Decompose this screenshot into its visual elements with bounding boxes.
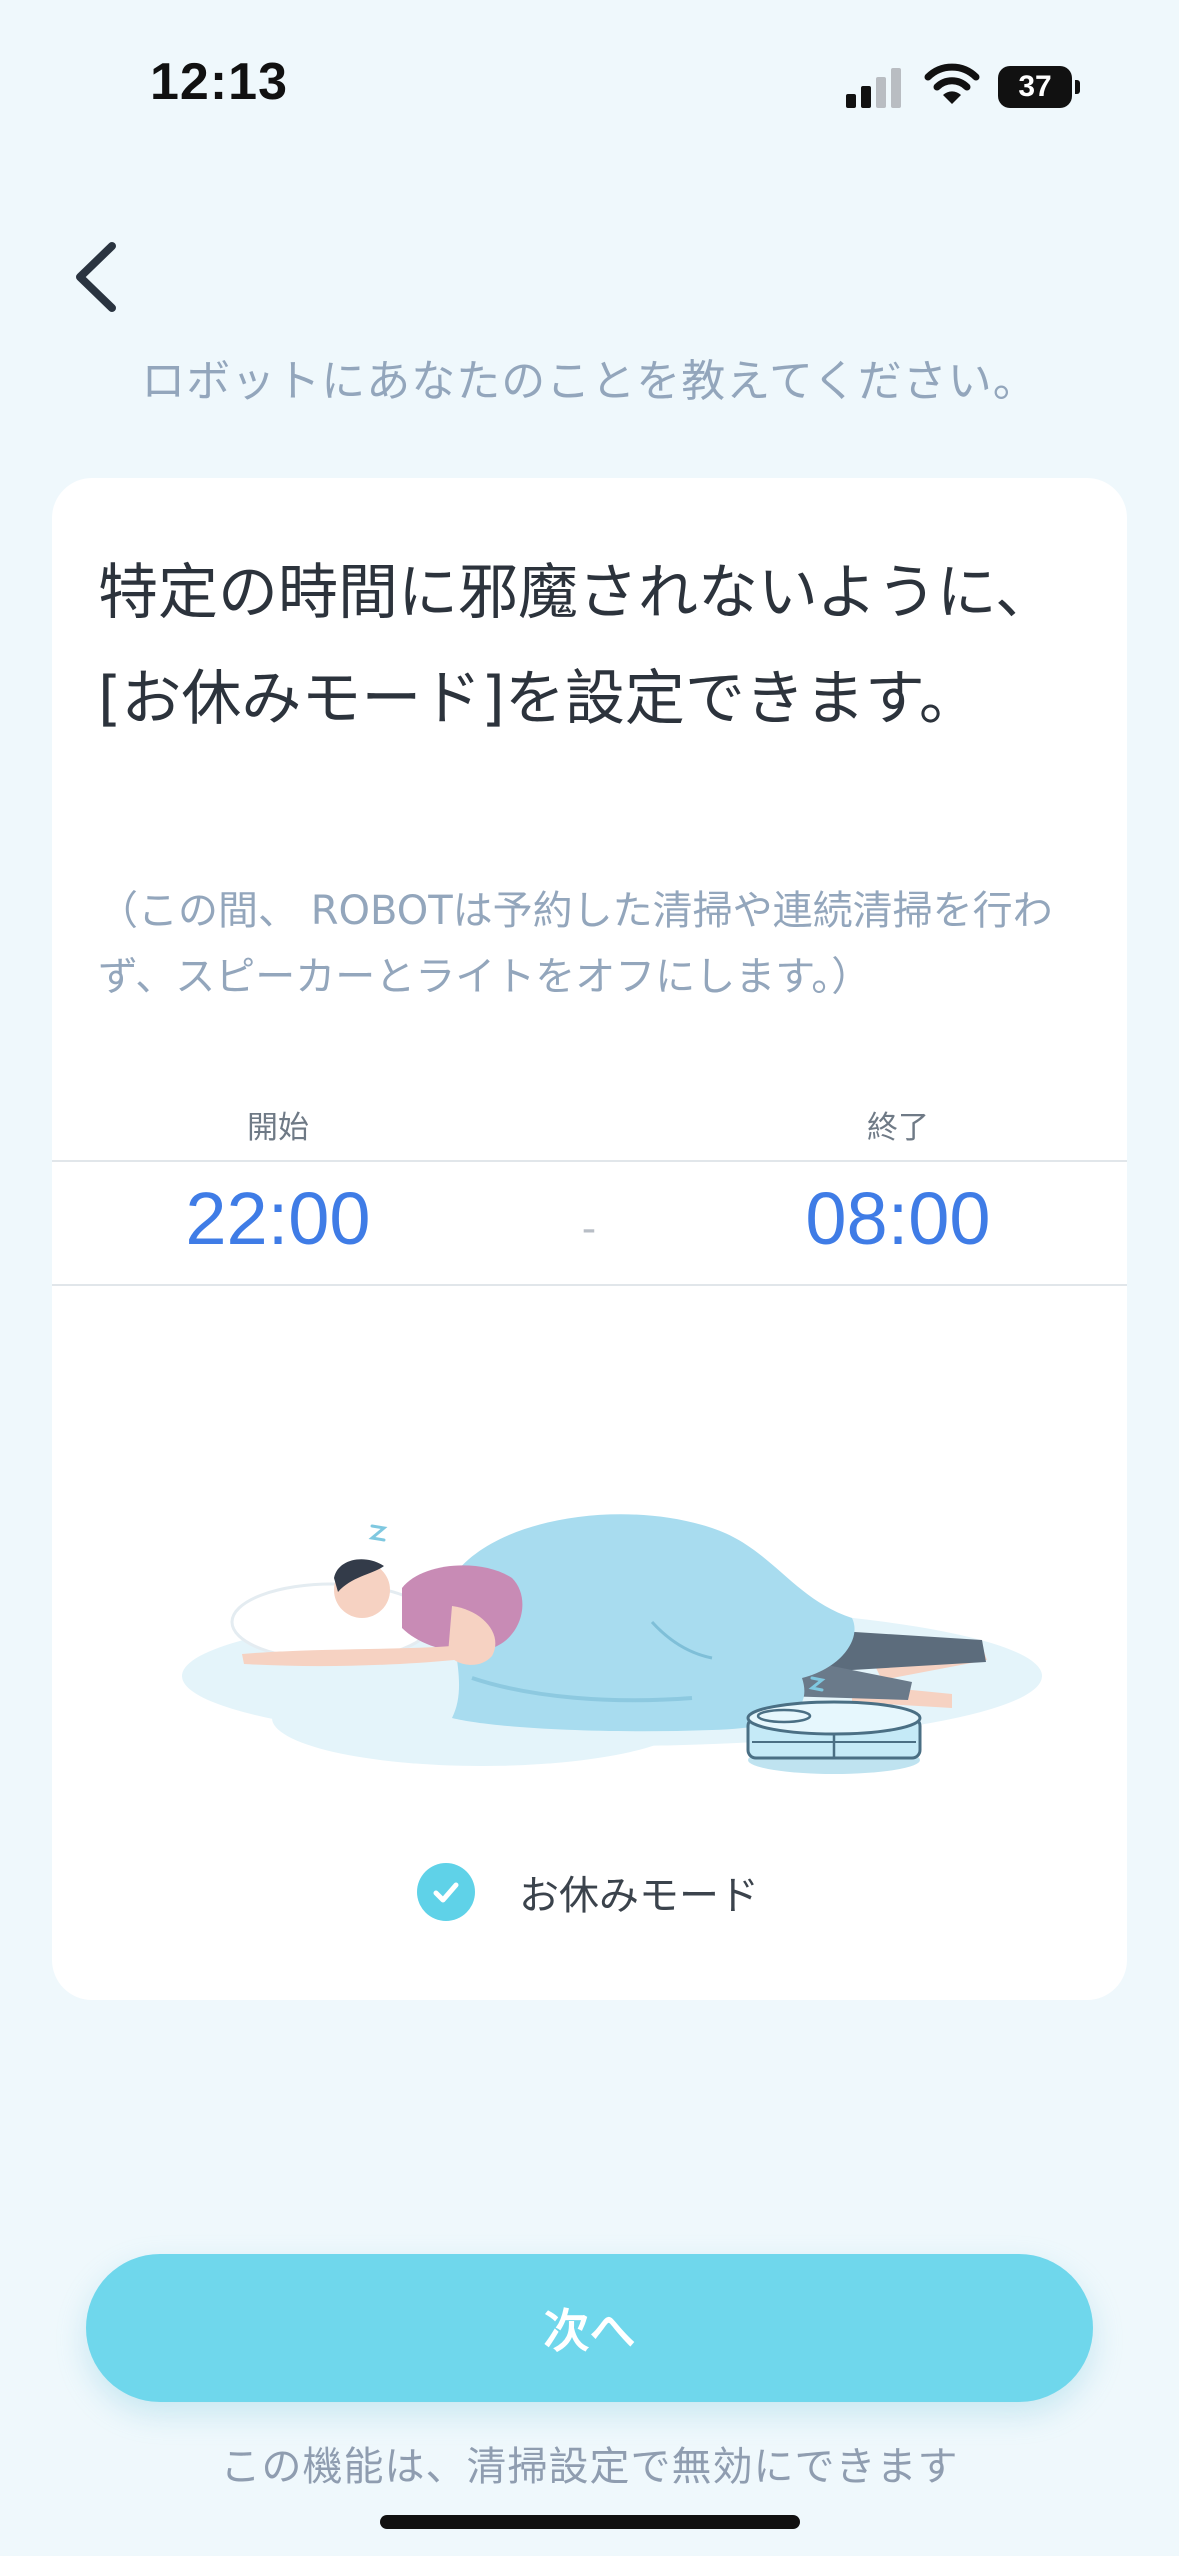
signal-icon	[846, 68, 901, 108]
time-separator: -	[581, 1206, 597, 1252]
status-time: 12:13	[150, 53, 288, 111]
home-indicator	[380, 2515, 800, 2529]
divider	[52, 1160, 1127, 1162]
next-button[interactable]: 次へ	[86, 2254, 1093, 2402]
status-bar: 12:13 37	[0, 0, 1179, 170]
back-button[interactable]	[60, 232, 140, 322]
battery-icon: 37	[998, 66, 1080, 108]
footer-note: この機能は、清掃設定で無効にできます	[220, 2444, 959, 2490]
check-circle[interactable]	[417, 1863, 475, 1921]
quiet-mode-checkbox[interactable]: お休みモード	[417, 1862, 759, 1922]
back-chevron-icon	[76, 242, 116, 312]
card-note: （この間、 ROBOTは予約した清掃や連続清掃を行わず、スピーカーとライトをオフ…	[98, 888, 1053, 1000]
check-icon	[433, 1882, 459, 1903]
sleeping-person-illustration	[182, 1514, 1042, 1774]
start-time-picker[interactable]: 22:00	[128, 1176, 428, 1261]
quiet-mode-card: 特定の時間に邪魔されないように、[お休みモード]を設定できます。 （この間、 R…	[52, 478, 1127, 2000]
card-title: 特定の時間に邪魔されないように、[お休みモード]を設定できます。	[98, 558, 1055, 734]
quiet-mode-label: お休みモード	[519, 1873, 759, 1919]
wifi-icon	[924, 63, 980, 104]
end-label: 終了	[867, 1110, 929, 1146]
divider	[52, 1284, 1127, 1286]
battery-cap	[1075, 80, 1080, 94]
battery-level: 37	[998, 66, 1072, 108]
end-time-picker[interactable]: 08:00	[748, 1176, 1048, 1261]
start-label: 開始	[247, 1110, 309, 1146]
page-subtitle: ロボットにあなたのことを教えてください。	[141, 356, 1038, 407]
